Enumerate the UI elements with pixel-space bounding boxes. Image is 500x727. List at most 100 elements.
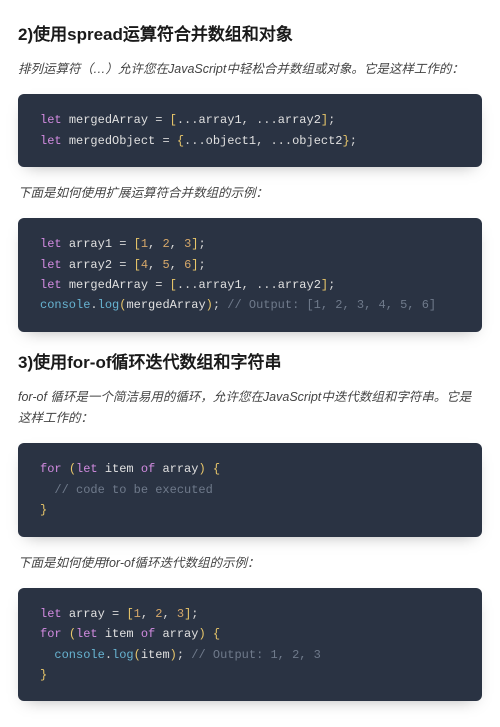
token-kw: let — [40, 237, 62, 251]
token-num: 1 — [141, 237, 148, 251]
section-heading: 3)使用for-of循环迭代数组和字符串 — [18, 348, 482, 373]
token-punc: ; — [198, 258, 205, 272]
token-fn: console — [54, 648, 104, 662]
token-op: = — [112, 607, 119, 621]
code-block: let array = [1, 2, 3]; for (let item of … — [18, 588, 482, 702]
token-punc: ; — [177, 648, 184, 662]
token-punc: ; — [328, 278, 335, 292]
token-kw: let — [40, 258, 62, 272]
token-var: item — [105, 462, 134, 476]
token-brkt: [ — [170, 278, 177, 292]
token-brkt: ( — [134, 648, 141, 662]
token-var: object1 — [206, 134, 256, 148]
token-punc: . — [105, 648, 112, 662]
section-mid: 下面是如何使用for-of循环迭代数组的示例： — [18, 553, 482, 574]
token-punc: , — [256, 134, 263, 148]
section-heading: 2)使用spread运算符合并数组和对象 — [18, 20, 482, 45]
token-brkt: } — [40, 503, 47, 517]
token-var: array2 — [278, 113, 321, 127]
token-punc: , — [242, 113, 249, 127]
section-intro: 排列运算符（…）允许您在JavaScript中轻松合并数组或对象。它是这样工作的… — [18, 59, 482, 80]
token-num: 1 — [134, 607, 141, 621]
token-var: mergedArray — [69, 113, 148, 127]
token-op: = — [155, 278, 162, 292]
token-op: = — [119, 258, 126, 272]
token-num: 3 — [177, 607, 184, 621]
token-cmt: // Output: 1, 2, 3 — [191, 648, 321, 662]
token-brkt: ( — [69, 462, 76, 476]
token-var: array2 — [278, 278, 321, 292]
token-var: mergedArray — [126, 298, 205, 312]
token-brkt: [ — [126, 607, 133, 621]
token-kw: let — [76, 462, 98, 476]
code-block: let mergedArray = [...array1, ...array2]… — [18, 94, 482, 167]
token-var: array1 — [198, 278, 241, 292]
token-var: array — [162, 627, 198, 641]
section-mid: 下面是如何使用扩展运算符合并数组的示例： — [18, 183, 482, 204]
token-punc: ; — [213, 298, 220, 312]
token-num: 5 — [162, 258, 169, 272]
token-var: array — [162, 462, 198, 476]
token-brkt: } — [40, 668, 47, 682]
token-fn: log — [112, 648, 134, 662]
section-intro: for-of 循环是一个简洁易用的循环，允许您在JavaScript中迭代数组和… — [18, 387, 482, 430]
token-punc: , — [162, 607, 169, 621]
token-brkt: [ — [134, 237, 141, 251]
token-var: mergedObject — [69, 134, 155, 148]
token-num: 4 — [141, 258, 148, 272]
token-kw: for — [40, 462, 62, 476]
token-brkt: ( — [69, 627, 76, 641]
token-op: = — [119, 237, 126, 251]
token-kw: let — [76, 627, 98, 641]
token-punc: ; — [198, 237, 205, 251]
token-brkt: { — [177, 134, 184, 148]
code-block: for (let item of array) { // code to be … — [18, 443, 482, 536]
token-kw: for — [40, 627, 62, 641]
token-var: item — [105, 627, 134, 641]
token-punc: , — [148, 237, 155, 251]
token-var: array2 — [69, 258, 112, 272]
token-spread: ... — [256, 278, 278, 292]
token-brkt: [ — [170, 113, 177, 127]
token-punc: , — [148, 258, 155, 272]
token-punc: ; — [328, 113, 335, 127]
token-spread: ... — [256, 113, 278, 127]
token-brkt: ) — [170, 648, 177, 662]
token-var: mergedArray — [69, 278, 148, 292]
token-var: item — [141, 648, 170, 662]
token-brkt: { — [213, 627, 220, 641]
token-punc: ; — [191, 607, 198, 621]
token-punc: . — [90, 298, 97, 312]
token-kw: let — [40, 113, 62, 127]
token-spread: ... — [270, 134, 292, 148]
token-kw: let — [40, 278, 62, 292]
token-brkt: ) — [206, 298, 213, 312]
token-punc: ; — [350, 134, 357, 148]
token-fn: log — [98, 298, 120, 312]
token-spread: ... — [177, 113, 199, 127]
token-spread: ... — [184, 134, 206, 148]
token-brkt: [ — [134, 258, 141, 272]
token-var: array1 — [69, 237, 112, 251]
token-kw: let — [40, 607, 62, 621]
token-kw: of — [141, 627, 155, 641]
token-var: array — [69, 607, 105, 621]
token-fn: console — [40, 298, 90, 312]
token-punc: , — [141, 607, 148, 621]
token-kw: let — [40, 134, 62, 148]
code-block: let array1 = [1, 2, 3]; let array2 = [4,… — [18, 218, 482, 332]
token-brkt: { — [213, 462, 220, 476]
token-op: = — [155, 113, 162, 127]
token-kw: of — [141, 462, 155, 476]
token-punc: , — [242, 278, 249, 292]
token-var: object2 — [292, 134, 342, 148]
token-spread: ... — [177, 278, 199, 292]
token-brkt: } — [343, 134, 350, 148]
token-var: array1 — [198, 113, 241, 127]
token-brkt: ) — [198, 627, 205, 641]
token-punc: , — [170, 237, 177, 251]
token-op: = — [162, 134, 169, 148]
token-punc: , — [170, 258, 177, 272]
token-brkt: ) — [198, 462, 205, 476]
token-num: 2 — [162, 237, 169, 251]
